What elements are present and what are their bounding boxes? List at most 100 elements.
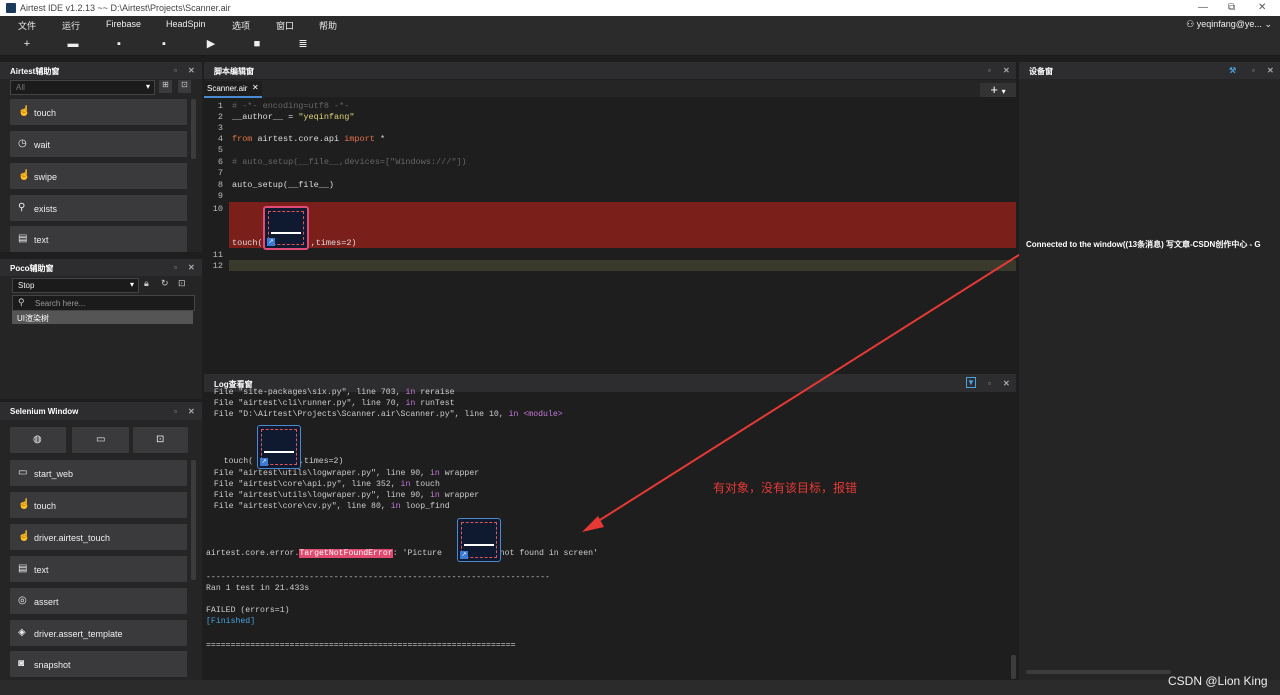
- tab-scanner-air[interactable]: Scanner.air ✕: [204, 81, 262, 98]
- close-icon[interactable]: ✕: [1003, 66, 1010, 75]
- menu-run[interactable]: 运行: [62, 19, 80, 32]
- line-number: 6: [217, 157, 223, 167]
- save-as-icon[interactable]: ▪: [155, 36, 173, 52]
- selenium-globe-button[interactable]: ◍: [10, 427, 66, 453]
- close-icon[interactable]: ✕: [1267, 66, 1274, 75]
- run-icon[interactable]: ▶: [202, 36, 220, 52]
- airtest-filter-select[interactable]: All ▾: [10, 80, 155, 95]
- record-icon[interactable]: ⊞: [159, 80, 172, 93]
- ui-tree-root[interactable]: UI渲染树: [12, 311, 193, 324]
- waveform-icon: [464, 532, 494, 546]
- assert-template-icon: ◈: [18, 627, 26, 638]
- code-line: # -*- encoding=utf8 -*-: [232, 101, 350, 111]
- minimize-button[interactable]: —: [1198, 2, 1208, 13]
- camera-icon: ⊡: [156, 434, 165, 445]
- dropdown-arrow-icon: ▾: [1001, 87, 1006, 96]
- close-icon[interactable]: ✕: [188, 263, 195, 272]
- line-number: 8: [217, 180, 223, 190]
- device-panel-title: 设备窗: [1029, 67, 1053, 76]
- settings-icon[interactable]: ⚒: [1229, 66, 1236, 75]
- log-separator: ----------------------------------------…: [206, 573, 550, 582]
- device-scrollbar[interactable]: [1026, 670, 1171, 674]
- float-icon[interactable]: ▫: [174, 66, 177, 75]
- toolbar: [0, 33, 1280, 56]
- poco-search-input[interactable]: ⚲ Search here...: [12, 295, 195, 311]
- selenium-scrollbar[interactable]: [191, 460, 196, 580]
- log-template-thumbnail[interactable]: ↗: [257, 425, 301, 469]
- plus-icon: +: [990, 82, 998, 97]
- code-line: auto_setup(__file__): [232, 180, 335, 190]
- log-scrollbar[interactable]: [1011, 655, 1016, 679]
- log-line: File "airtest\utils\logwraper.py", line …: [204, 491, 480, 500]
- selenium-start-web-button[interactable]: ▭ start_web: [10, 460, 187, 486]
- swipe-icon: ☝: [18, 170, 31, 181]
- float-icon[interactable]: ▫: [1252, 66, 1255, 75]
- close-window-button[interactable]: ✕: [1258, 2, 1266, 13]
- restore-button[interactable]: ⧉: [1228, 2, 1235, 13]
- airtest-scrollbar[interactable]: [191, 99, 196, 159]
- add-tab-button[interactable]: + ▾: [980, 83, 1016, 97]
- float-icon[interactable]: ▫: [174, 263, 177, 272]
- user-account[interactable]: ⚇ yeqinfang@ye... ⌄: [1186, 19, 1272, 30]
- monitor-icon: ▭: [96, 434, 106, 445]
- airtest-panel-header: Airtest辅助窗 ▫ ✕: [0, 62, 202, 79]
- selenium-touch-button[interactable]: ☝ touch: [10, 492, 187, 518]
- lock-icon[interactable]: 🔒︎: [144, 278, 156, 291]
- log-error-line: airtest.core.error.TargetNotFoundError: …: [206, 549, 598, 558]
- dropdown-arrow-icon: ▾: [145, 82, 150, 91]
- menu-options[interactable]: 选项: [232, 19, 250, 32]
- record-icon[interactable]: ⊡: [178, 278, 190, 291]
- menu-file[interactable]: 文件: [18, 19, 36, 32]
- selenium-assert-button[interactable]: ◎ assert: [10, 588, 187, 614]
- line-number: 1: [217, 101, 223, 111]
- line-number: 3: [217, 123, 223, 133]
- stop-icon[interactable]: ■: [248, 36, 266, 52]
- menu-firebase[interactable]: Firebase: [106, 19, 141, 29]
- selenium-snapshot-button[interactable]: ◙ snapshot: [10, 651, 187, 677]
- selenium-panel-title: Selenium Window: [10, 407, 79, 416]
- log-line: File "airtest\core\cv.py", line 80, in l…: [204, 502, 450, 511]
- report-icon[interactable]: ≣: [294, 36, 312, 52]
- selenium-panel-header: Selenium Window ▫ ✕: [0, 402, 202, 420]
- template-image-thumbnail[interactable]: ↗: [263, 206, 309, 250]
- save-icon[interactable]: ▪: [110, 36, 128, 52]
- editor-panel-header: 脚本编辑窗 ▫ ✕: [204, 62, 1016, 79]
- airtest-wait-button[interactable]: ◷ wait: [10, 131, 187, 157]
- shortcut-badge-icon: ↗: [267, 238, 275, 246]
- screenshot-icon[interactable]: ⊡: [178, 80, 191, 93]
- device-panel: [1019, 62, 1280, 680]
- line-number: 10: [212, 204, 223, 214]
- refresh-icon[interactable]: ↻: [161, 278, 173, 291]
- line-number: 2: [217, 112, 223, 122]
- airtest-text-button[interactable]: ▤ text: [10, 226, 187, 252]
- selenium-monitor-button[interactable]: ▭: [72, 427, 129, 453]
- selenium-record-button[interactable]: ⊡: [133, 427, 188, 453]
- connected-status: Connected to the window((13条消息) 写文章-CSDN…: [1026, 240, 1261, 249]
- airtest-swipe-button[interactable]: ☝ swipe: [10, 163, 187, 189]
- float-icon[interactable]: ▫: [988, 66, 991, 75]
- open-folder-icon[interactable]: ▬: [64, 36, 82, 52]
- globe-icon: ◍: [33, 434, 42, 445]
- selenium-airtest-touch-button[interactable]: ☝ driver.airtest_touch: [10, 524, 187, 550]
- selenium-text-button[interactable]: ▤ text: [10, 556, 187, 582]
- log-line: File "site-packages\six.py", line 703, i…: [204, 388, 455, 397]
- shortcut-badge-icon: ↗: [460, 551, 468, 559]
- log-error-thumbnail[interactable]: ↗: [457, 518, 501, 562]
- airtest-touch-button[interactable]: ☝ touch: [10, 99, 187, 125]
- float-icon[interactable]: ▫: [174, 407, 177, 416]
- new-icon[interactable]: +: [18, 36, 36, 52]
- poco-mode-select[interactable]: Stop ▾: [12, 278, 139, 293]
- user-icon: ⚇: [1186, 19, 1197, 29]
- clock-icon: ◷: [18, 138, 27, 149]
- editor-panel-title: 脚本编辑窗: [214, 67, 254, 76]
- close-icon[interactable]: ✕: [188, 407, 195, 416]
- close-icon[interactable]: ✕: [188, 66, 195, 75]
- tab-close-icon[interactable]: ✕: [252, 83, 259, 92]
- selenium-assert-template-button[interactable]: ◈ driver.assert_template: [10, 620, 187, 646]
- menu-help[interactable]: 帮助: [319, 19, 337, 32]
- airtest-exists-button[interactable]: ⚲ exists: [10, 195, 187, 221]
- search-icon: ⚲: [18, 297, 25, 307]
- menu-headspin[interactable]: HeadSpin: [166, 19, 206, 29]
- menu-window[interactable]: 窗口: [276, 19, 294, 32]
- text-icon: ▤: [18, 563, 28, 574]
